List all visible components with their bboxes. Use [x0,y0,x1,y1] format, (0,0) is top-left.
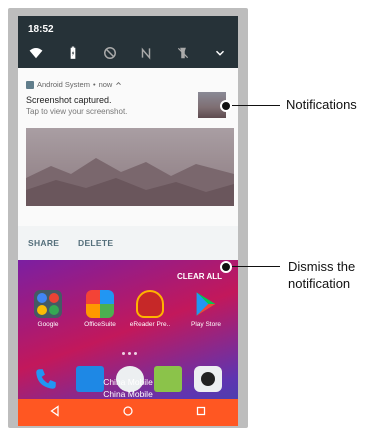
notification-time: now [98,80,113,89]
officesuite-icon [86,290,114,318]
notifications-callout-label: Notifications [286,97,357,112]
notifications-callout-line [232,105,280,106]
notification-app-name: Android System [37,80,90,89]
dismiss-callout-dot [220,261,232,273]
ereader-icon [136,290,164,318]
flashlight-icon[interactable] [174,44,192,62]
app-ereader[interactable]: eReader Pre.. [128,290,172,328]
delete-button[interactable]: DELETE [78,238,113,248]
battery-icon[interactable] [64,44,82,62]
navigation-bar [18,399,238,426]
app-label: Google [37,321,59,328]
notification-actions: SHARE DELETE [18,226,238,260]
do-not-disturb-icon[interactable] [101,44,119,62]
play-store-icon [192,290,220,318]
wifi-icon[interactable] [27,44,45,62]
back-icon[interactable] [49,404,61,422]
app-google[interactable]: Google [26,290,70,328]
notification-title: Screenshot captured. [26,95,112,105]
dismiss-callout-label: Dismiss the notification [288,259,356,291]
expand-chevron-icon[interactable] [211,44,229,62]
collapse-caret-icon[interactable] [115,80,122,89]
notification-header: Android System • now [26,80,122,89]
dismiss-callout-line [232,266,280,267]
recents-icon[interactable] [195,404,207,422]
notifications-callout-dot [220,100,232,112]
app-label: OfficeSuite [84,321,116,328]
app-label: eReader Pre.. [129,321,171,328]
google-folder-icon [34,290,62,318]
app-play-store[interactable]: Play Store [184,290,228,328]
status-time: 18:52 [28,24,54,35]
image-icon [26,80,34,89]
carrier-label: China Mobile [103,389,153,399]
share-button[interactable]: SHARE [28,238,59,248]
page-indicator [122,352,137,355]
notification-separator: • [92,80,96,89]
phone-screen: 18:52 Android System • now Screenshot ca… [18,16,238,426]
home-icon[interactable] [122,404,134,422]
screenshot-preview[interactable] [26,128,234,206]
screenshot-notification[interactable]: Android System • now Screenshot captured… [18,68,238,226]
quick-settings-panel: 18:52 [18,16,238,68]
quick-settings-icons [18,43,238,63]
app-officesuite[interactable]: OfficeSuite [78,290,122,328]
clear-all-button[interactable]: CLEAR ALL [177,272,222,281]
carrier-label: China Mobile [103,377,153,387]
app-label: Play Store [191,321,221,328]
notification-body: Tap to view your screenshot. [26,107,128,116]
mobile-data-off-icon[interactable] [137,44,155,62]
